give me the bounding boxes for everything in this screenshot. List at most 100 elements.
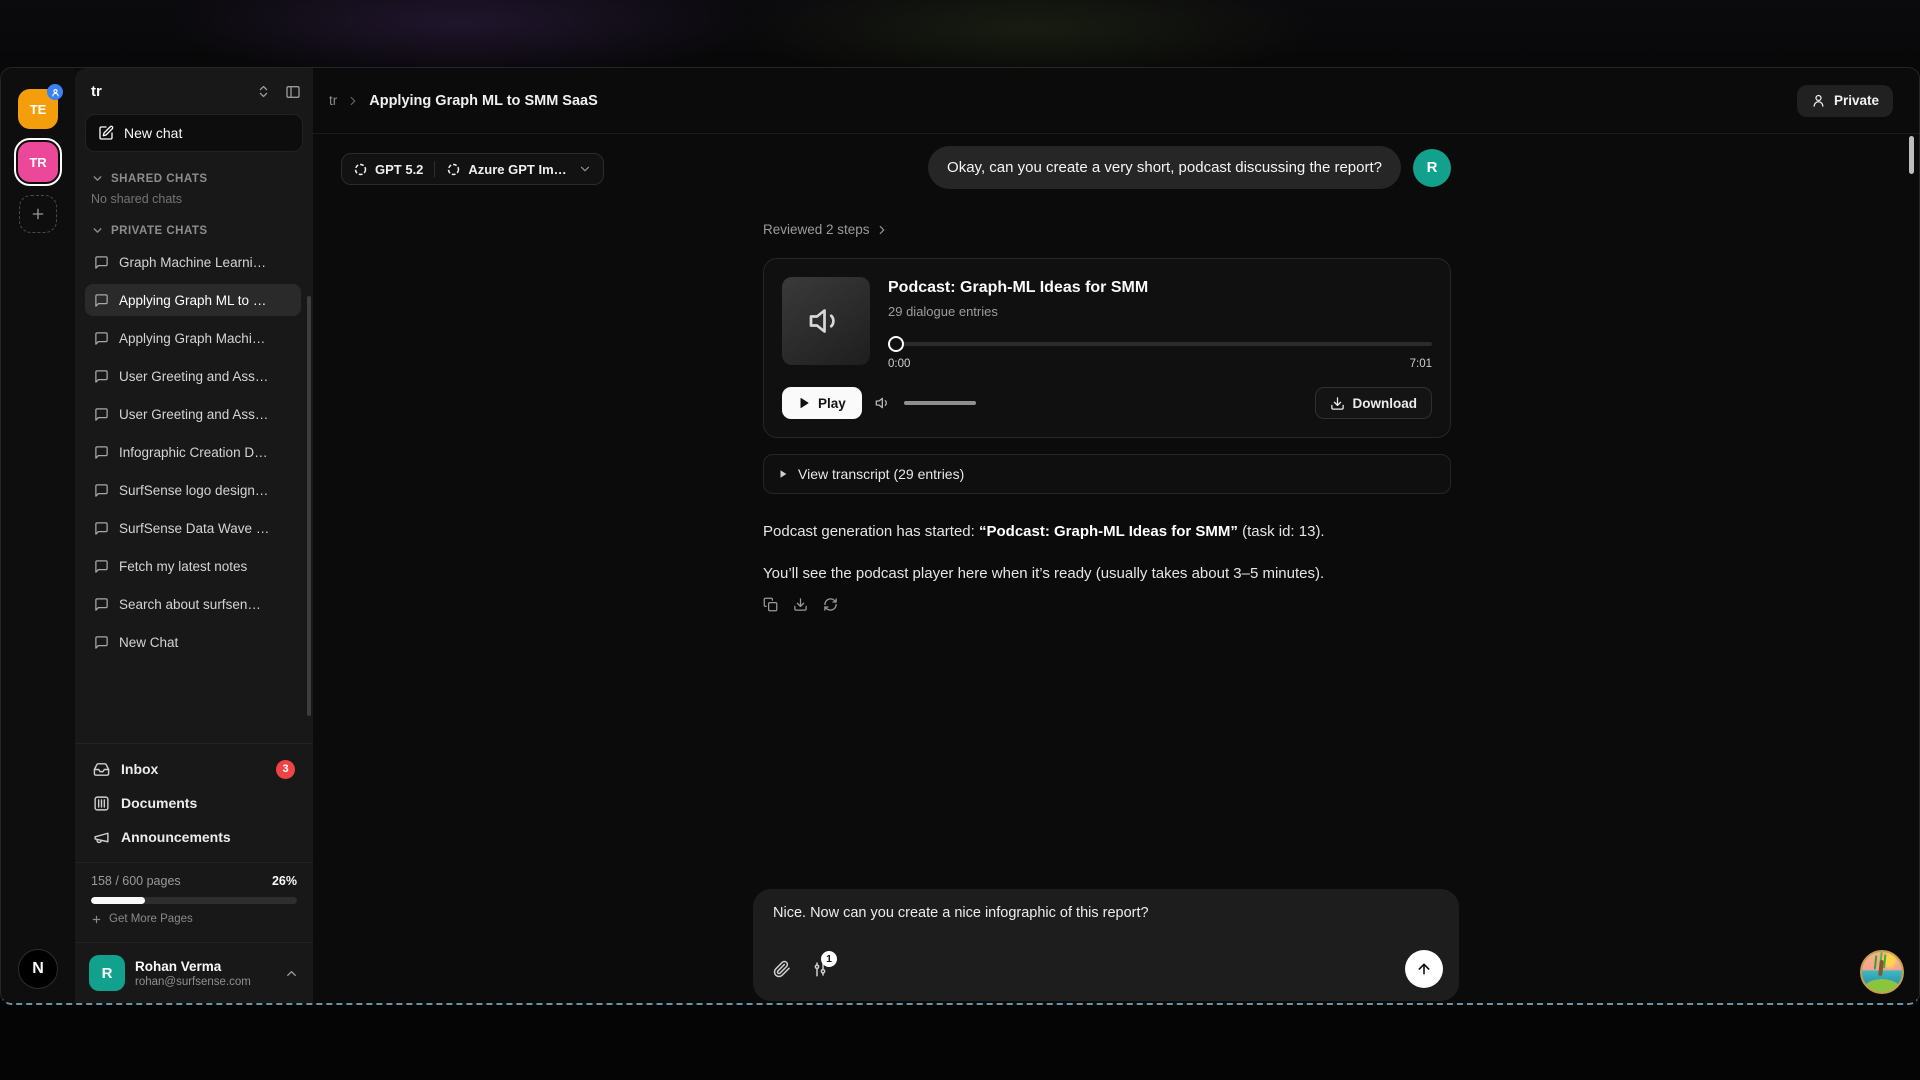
message-icon xyxy=(94,331,109,346)
chat-item[interactable]: Search about surfsen… xyxy=(85,588,301,620)
workspace-avatar-tr[interactable]: TR xyxy=(18,142,58,182)
workspace-switcher[interactable]: tr xyxy=(75,68,313,108)
chat-item[interactable]: SurfSense logo design… xyxy=(85,474,301,506)
status-message-bold: “Podcast: Graph-ML Ideas for SMM” xyxy=(979,523,1238,540)
volume-icon[interactable] xyxy=(875,395,891,411)
chevron-down-icon[interactable] xyxy=(578,162,592,176)
island-extension-icon[interactable] xyxy=(1860,950,1904,994)
pages-count: 158 / 600 pages xyxy=(91,874,181,888)
shared-chats-section[interactable]: SHARED CHATS xyxy=(75,164,313,190)
chat-item[interactable]: Graph Machine Learni… xyxy=(85,246,301,278)
user-message-row: Okay, can you create a very short, podca… xyxy=(763,146,1451,189)
total-time: 7:01 xyxy=(1410,358,1432,370)
chat-item[interactable]: Applying Graph Machi… xyxy=(85,322,301,354)
chat-item-label: User Greeting and Ass… xyxy=(119,407,268,422)
chat-item[interactable]: Fetch my latest notes xyxy=(85,550,301,582)
documents-label: Documents xyxy=(121,795,197,811)
elapsed-time: 0:00 xyxy=(888,358,910,370)
paperclip-icon xyxy=(773,960,791,978)
download-icon xyxy=(1330,396,1345,411)
chevron-right-icon xyxy=(346,94,360,108)
main-header: tr Applying Graph ML to SMM SaaS Private xyxy=(313,68,1919,134)
private-button[interactable]: Private xyxy=(1797,85,1893,117)
chevron-down-icon xyxy=(91,172,104,185)
new-chat-button[interactable]: New chat xyxy=(85,114,303,152)
desktop-background: TE TR N tr New xyxy=(0,0,1920,1080)
status-message-suffix: (task id: 13). xyxy=(1238,523,1325,540)
reviewed-steps-toggle[interactable]: Reviewed 2 steps xyxy=(763,222,1451,237)
sidebar-scrollbar[interactable] xyxy=(307,296,311,716)
plus-icon xyxy=(91,914,102,925)
chat-item[interactable]: SurfSense Data Wave … xyxy=(85,512,301,544)
play-icon xyxy=(798,397,810,409)
sidebar: tr New chat SHARED CHATS No shared xyxy=(75,68,313,1003)
download-button[interactable]: Download xyxy=(1315,387,1433,419)
divider xyxy=(434,161,435,177)
reviewed-steps-label: Reviewed 2 steps xyxy=(763,222,870,237)
private-chats-section[interactable]: PRIVATE CHATS xyxy=(75,216,313,242)
volume-slider[interactable] xyxy=(904,401,976,405)
chat-item-label: User Greeting and Ass… xyxy=(119,369,268,384)
transcript-toggle[interactable]: View transcript (29 entries) xyxy=(763,454,1451,494)
user-email: rohan@surfsense.com xyxy=(135,976,251,988)
message-icon xyxy=(94,635,109,650)
message-icon xyxy=(94,255,109,270)
model-selector[interactable]: GPT 5.2 Azure GPT Im… xyxy=(341,153,604,185)
pages-percent: 26% xyxy=(272,874,297,888)
sidebar-item-inbox[interactable]: Inbox 3 xyxy=(85,752,303,786)
sidebar-collapse-icon[interactable] xyxy=(285,84,301,100)
podcast-title: Podcast: Graph-ML Ideas for SMM xyxy=(888,279,1432,297)
user-name: Rohan Verma xyxy=(135,959,251,974)
play-button[interactable]: Play xyxy=(782,387,862,419)
breadcrumb-workspace[interactable]: tr xyxy=(329,93,337,108)
openai-icon xyxy=(446,162,461,177)
page-scrollbar[interactable] xyxy=(1909,136,1914,174)
app-logo[interactable]: N xyxy=(18,949,58,989)
chevron-right-icon xyxy=(875,223,889,237)
chat-item[interactable]: User Greeting and Ass… xyxy=(85,398,301,430)
announcements-label: Announcements xyxy=(121,829,231,845)
chat-item-label: Infographic Creation D… xyxy=(119,445,268,460)
download-icon[interactable] xyxy=(793,597,808,612)
sidebar-item-documents[interactable]: Documents xyxy=(85,786,303,820)
download-label: Download xyxy=(1353,396,1418,411)
chat-item[interactable]: User Greeting and Ass… xyxy=(85,360,301,392)
composer-input[interactable]: Nice. Now can you create a nice infograp… xyxy=(773,905,1439,921)
documents-icon xyxy=(93,795,110,812)
workspace-avatar-te[interactable]: TE xyxy=(18,89,58,129)
workspace-select-icon[interactable] xyxy=(256,84,271,100)
model-option-2[interactable]: Azure GPT Im… xyxy=(446,162,566,177)
chat-item-active[interactable]: Applying Graph ML to … xyxy=(85,284,301,316)
get-more-pages-label: Get More Pages xyxy=(109,913,193,925)
transcript-label: View transcript (29 entries) xyxy=(798,466,964,482)
composer[interactable]: Nice. Now can you create a nice infograp… xyxy=(753,889,1459,1001)
sidebar-item-announcements[interactable]: Announcements xyxy=(85,820,303,854)
person-icon xyxy=(1811,93,1826,108)
user-profile[interactable]: R Rohan Verma rohan@surfsense.com xyxy=(75,942,313,1003)
model-option-1[interactable]: GPT 5.2 xyxy=(353,162,423,177)
eta-message: You’ll see the podcast player here when … xyxy=(763,563,1451,584)
get-more-pages-button[interactable]: Get More Pages xyxy=(91,913,297,925)
send-button[interactable] xyxy=(1405,950,1443,988)
copy-icon[interactable] xyxy=(763,597,778,612)
chat-list: Graph Machine Learni… Applying Graph ML … xyxy=(75,242,313,658)
chat-item[interactable]: New Chat xyxy=(85,626,301,658)
user-message-bubble: Okay, can you create a very short, podca… xyxy=(928,146,1401,189)
message-actions xyxy=(763,597,1451,612)
triangle-right-icon xyxy=(778,469,788,479)
status-message-prefix: Podcast generation has started: xyxy=(763,523,979,540)
sidebar-bottom: Inbox 3 Documents Announcements 158 / 60… xyxy=(75,743,313,1003)
regenerate-icon[interactable] xyxy=(823,597,838,612)
private-label: Private xyxy=(1834,93,1879,108)
app-window: TE TR N tr New xyxy=(0,67,1920,1005)
chat-item[interactable]: Infographic Creation D… xyxy=(85,436,301,468)
podcast-subtitle: 29 dialogue entries xyxy=(888,304,1432,319)
seek-slider[interactable] xyxy=(888,336,1432,352)
openai-icon xyxy=(353,162,368,177)
member-badge-icon xyxy=(47,84,63,100)
add-workspace-button[interactable] xyxy=(19,195,57,233)
sources-button[interactable]: 1 xyxy=(811,960,829,978)
seek-handle[interactable] xyxy=(888,336,904,352)
podcast-player-card: Podcast: Graph-ML Ideas for SMM 29 dialo… xyxy=(763,258,1451,438)
attach-button[interactable] xyxy=(773,960,791,978)
